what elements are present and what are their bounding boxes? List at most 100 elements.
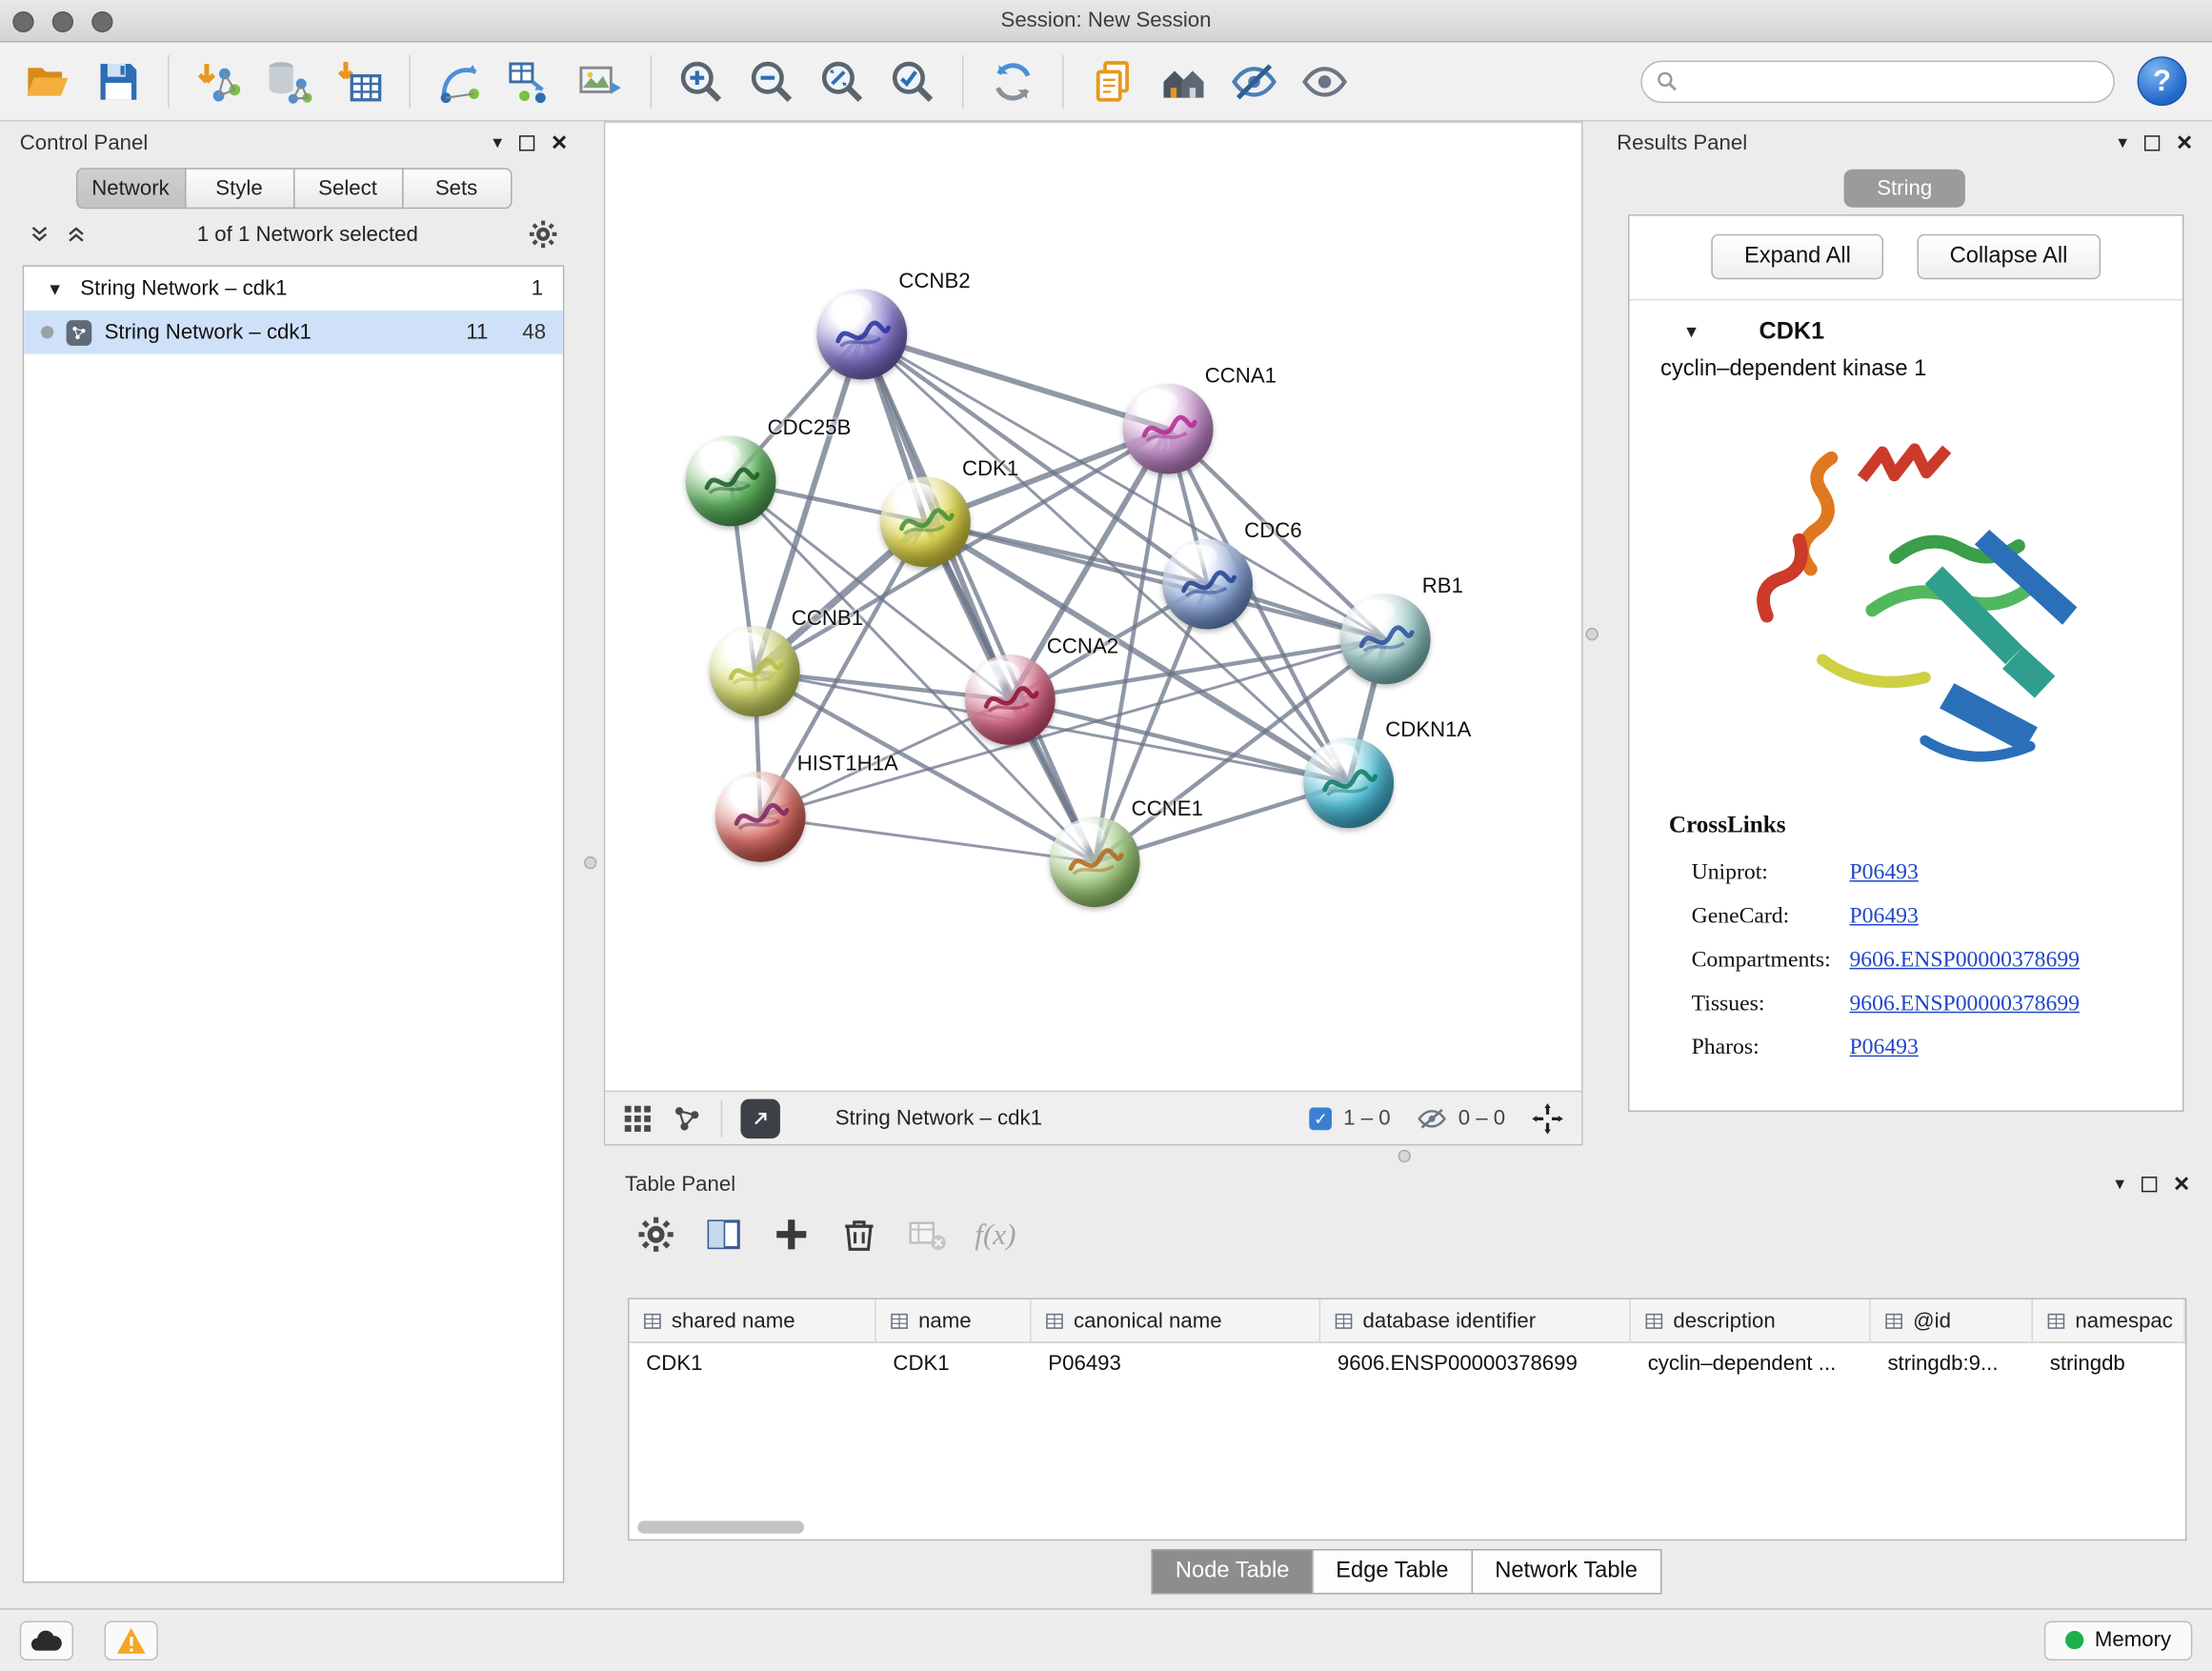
fit-content-crosshair-icon[interactable] — [1531, 1101, 1565, 1136]
home-networks-button[interactable] — [1150, 49, 1217, 113]
zoom-selected-button[interactable] — [879, 49, 947, 113]
network-node-CCNB1[interactable] — [710, 627, 800, 717]
tab-network[interactable]: Network — [75, 168, 186, 209]
entry-collapse-icon[interactable]: ▼ — [1683, 322, 1700, 342]
network-edge[interactable] — [862, 334, 1095, 862]
network-collection-row[interactable]: ▼ String Network – cdk1 1 — [24, 267, 563, 311]
table-row[interactable]: CDK1CDK1P064939606.ENSP00000378699cyclin… — [629, 1343, 2184, 1382]
network-node-CCNA2[interactable] — [965, 654, 1056, 745]
column-header-namespac[interactable]: namespac — [2033, 1299, 2185, 1341]
import-network-file-button[interactable] — [185, 49, 252, 113]
table-cell[interactable]: CDK1 — [876, 1343, 1032, 1382]
table-cell[interactable]: 9606.ENSP00000378699 — [1320, 1343, 1631, 1382]
selected-checkbox-icon[interactable]: ✓ — [1310, 1107, 1333, 1130]
save-session-button[interactable] — [85, 49, 152, 113]
table-cell[interactable]: stringdb:9... — [1871, 1343, 2033, 1382]
add-column-icon[interactable] — [772, 1215, 811, 1254]
zoom-fit-button[interactable] — [809, 49, 876, 113]
panel-maximize-icon[interactable] — [2142, 1176, 2157, 1191]
horizontal-splitter-handle[interactable] — [1398, 1150, 1411, 1162]
horizontal-scrollbar-thumb[interactable] — [637, 1520, 804, 1533]
network-node-CDKN1A[interactable] — [1303, 738, 1394, 829]
table-cell[interactable]: CDK1 — [629, 1343, 875, 1382]
network-edge[interactable] — [862, 334, 1168, 429]
crosslink-link[interactable]: P06493 — [1849, 1035, 1918, 1060]
panel-float-menu-icon[interactable]: ▾ — [2115, 1173, 2124, 1196]
close-window-button[interactable] — [12, 11, 33, 32]
import-table-button[interactable] — [326, 49, 393, 113]
panel-maximize-icon[interactable] — [2144, 134, 2160, 150]
expand-all-button[interactable]: Expand All — [1712, 234, 1883, 279]
grid-view-icon[interactable] — [622, 1102, 654, 1134]
show-all-button[interactable] — [1291, 49, 1358, 113]
tab-edge-table[interactable]: Edge Table — [1312, 1549, 1472, 1594]
copy-documents-button[interactable] — [1079, 49, 1147, 113]
show-columns-icon[interactable] — [704, 1215, 743, 1254]
column-header-shared-name[interactable]: shared name — [629, 1299, 875, 1341]
tab-style[interactable]: Style — [184, 168, 294, 209]
column-header-name[interactable]: name — [876, 1299, 1032, 1341]
collapse-all-icon[interactable] — [29, 223, 51, 246]
network-node-CDC6[interactable] — [1162, 539, 1253, 630]
tab-node-table[interactable]: Node Table — [1152, 1549, 1314, 1594]
panel-maximize-icon[interactable] — [519, 134, 534, 150]
column-header-canonical-name[interactable]: canonical name — [1032, 1299, 1321, 1341]
tree-expand-icon[interactable]: ▼ — [47, 278, 64, 298]
collapse-all-button[interactable]: Collapse All — [1918, 234, 2101, 279]
network-options-gear-icon[interactable] — [528, 219, 559, 251]
zoom-out-button[interactable] — [738, 49, 806, 113]
network-canvas[interactable]: CCNB2CCNA1CDC25BCDK1CDC6RB1CCNB1CCNA2CDK… — [605, 123, 1581, 1091]
table-cell[interactable]: stringdb — [2033, 1343, 2185, 1382]
import-network-database-button[interactable] — [255, 49, 323, 113]
network-node-RB1[interactable] — [1340, 594, 1431, 684]
cloud-status-button[interactable] — [20, 1621, 73, 1660]
export-image-button[interactable] — [567, 49, 634, 113]
panel-close-icon[interactable]: × — [552, 134, 567, 150]
panel-float-menu-icon[interactable]: ▾ — [493, 131, 502, 154]
table-cell[interactable]: P06493 — [1032, 1343, 1321, 1382]
network-node-CDC25B[interactable] — [686, 436, 776, 527]
open-session-button[interactable] — [14, 49, 82, 113]
minimize-window-button[interactable] — [52, 11, 73, 32]
right-splitter-handle[interactable] — [1586, 628, 1599, 640]
refresh-button[interactable] — [979, 49, 1047, 113]
column-header-database-identifier[interactable]: database identifier — [1320, 1299, 1631, 1341]
column-header-@id[interactable]: @id — [1871, 1299, 2033, 1341]
network-row-selected[interactable]: String Network – cdk1 11 48 — [24, 311, 563, 354]
network-node-CCNB2[interactable] — [816, 290, 907, 380]
network-edge[interactable] — [760, 816, 1095, 861]
tab-network-table[interactable]: Network Table — [1471, 1549, 1661, 1594]
crosslink-link[interactable]: 9606.ENSP00000378699 — [1849, 947, 2080, 973]
warnings-button[interactable] — [105, 1621, 158, 1660]
column-header-description[interactable]: description — [1631, 1299, 1871, 1341]
tab-sets[interactable]: Sets — [401, 168, 512, 209]
panel-float-menu-icon[interactable]: ▾ — [2118, 131, 2127, 154]
zoom-window-button[interactable] — [91, 11, 112, 32]
new-network-button[interactable] — [426, 49, 493, 113]
network-node-CCNA1[interactable] — [1123, 384, 1214, 474]
network-node-HIST1H1A[interactable] — [715, 772, 806, 862]
network-node-CCNE1[interactable] — [1050, 816, 1140, 907]
crosslink-link[interactable]: 9606.ENSP00000378699 — [1849, 991, 2080, 1017]
crosslink-link[interactable]: P06493 — [1849, 860, 1918, 886]
zoom-in-button[interactable] — [667, 49, 734, 113]
table-settings-gear-icon[interactable] — [636, 1215, 675, 1254]
panel-close-icon[interactable]: × — [2177, 134, 2192, 150]
expand-all-icon[interactable] — [65, 223, 88, 246]
search-input[interactable] — [1687, 70, 2099, 92]
memory-button[interactable]: Memory — [2044, 1621, 2193, 1660]
network-node-CDK1[interactable] — [880, 477, 971, 568]
tab-select[interactable]: Select — [292, 168, 403, 209]
hide-selected-button[interactable] — [1220, 49, 1288, 113]
network-from-table-button[interactable] — [496, 49, 564, 113]
panel-close-icon[interactable]: × — [2174, 1176, 2189, 1191]
help-button[interactable]: ? — [2138, 56, 2187, 106]
birds-eye-view-icon[interactable] — [672, 1102, 703, 1134]
open-in-window-button[interactable] — [740, 1098, 779, 1137]
table-cell[interactable]: cyclin–dependent ... — [1631, 1343, 1871, 1382]
network-edge[interactable] — [925, 522, 1385, 639]
tab-string[interactable]: String — [1844, 170, 1965, 208]
left-splitter-handle[interactable] — [584, 856, 596, 869]
crosslink-link[interactable]: P06493 — [1849, 904, 1918, 930]
delete-column-icon[interactable] — [839, 1215, 878, 1254]
